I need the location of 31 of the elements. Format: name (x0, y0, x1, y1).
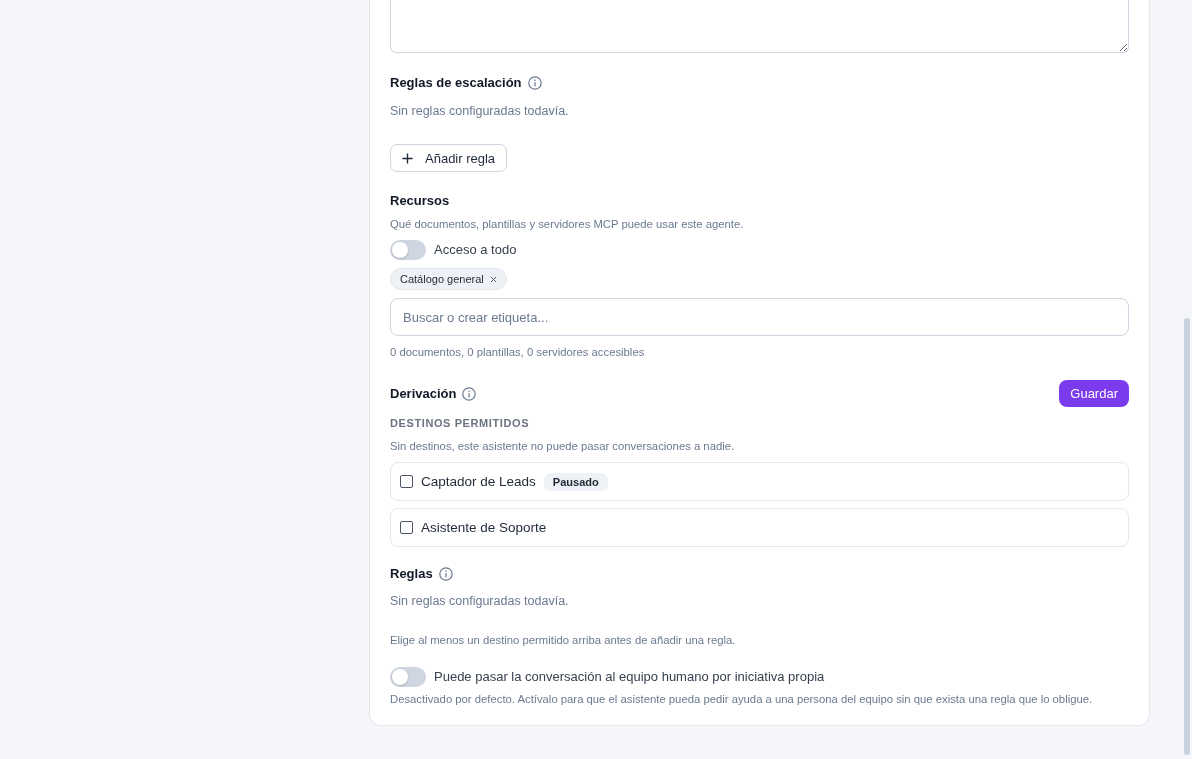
add-rule-button[interactable]: Añadir regla (390, 144, 508, 172)
tag-label: Catálogo general (400, 273, 484, 285)
toggle-description: Desactivado por defecto. Actívalo para que el asistente pueda pedir ayuda a una persona del equipo sin que exista una regla que lo obligue. (390, 692, 1093, 707)
status-badge: Pausado (543, 472, 608, 491)
destinations-hint: Sin destinos, este asistente no puede pasar conversaciones a nadie. (390, 439, 735, 454)
section-title: Reglas (390, 565, 433, 583)
toggle-switch[interactable] (390, 240, 426, 260)
subsection-label: DESTINOS PERMITIDOS (390, 416, 530, 431)
toggle-label: Acceso a todo (434, 241, 517, 259)
section-title: Reglas de escalación (390, 74, 522, 92)
section-description: Qué documentos, plantillas y servidores MCP puede usar este agente. (390, 217, 744, 232)
scrollbar-thumb[interactable] (1184, 318, 1190, 755)
empty-state-text: Sin reglas configuradas todavía. (390, 103, 569, 120)
toggle-label: Puede pasar la conversación al equipo humano por iniciativa propia (434, 668, 825, 686)
resource-summary: 0 documentos, 0 plantillas, 0 servidores accesibles (390, 345, 645, 360)
destination-name: Asistente de Soporte (421, 520, 547, 535)
info-icon[interactable] (438, 567, 453, 581)
search-field[interactable]: Buscar o crear etiqueta... (390, 298, 1129, 336)
toggle-switch[interactable] (390, 667, 426, 687)
close-icon[interactable] (489, 275, 497, 283)
section-title: Derivación (390, 384, 457, 403)
info-icon[interactable] (462, 386, 477, 401)
rules-hint: Elige al menos un destino permitido arriba antes de añadir una regla. (390, 633, 736, 648)
checkbox[interactable] (400, 521, 413, 534)
destination-name: Captador de Leads (421, 474, 536, 489)
section-title: Recursos (390, 192, 450, 210)
save-button[interactable]: Guardar (1059, 380, 1129, 407)
checkbox[interactable] (400, 475, 413, 488)
info-icon[interactable] (527, 76, 542, 90)
empty-state-text: Sin reglas configuradas todavía. (390, 593, 569, 610)
plus-icon (402, 152, 413, 164)
